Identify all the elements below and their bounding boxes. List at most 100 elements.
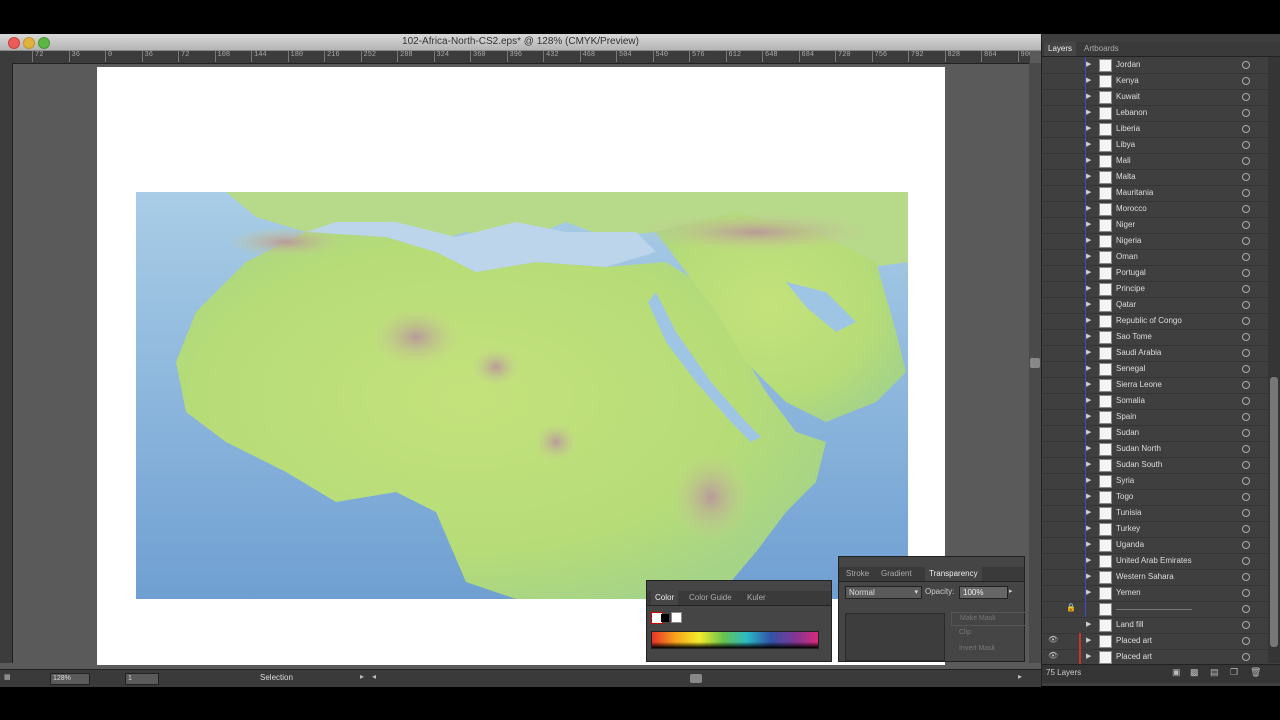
layer-row[interactable]: ▶ Togo [1042, 489, 1268, 506]
layer-name[interactable]: Saudi Arabia [1116, 345, 1161, 361]
layer-name[interactable]: Somalia [1116, 393, 1145, 409]
expand-arrow-icon[interactable]: ▶ [1086, 508, 1091, 516]
expand-arrow-icon[interactable]: ▶ [1086, 572, 1091, 580]
layer-row[interactable]: ▶ Qatar [1042, 297, 1268, 314]
target-circle-icon[interactable] [1242, 605, 1250, 613]
target-circle-icon[interactable] [1242, 413, 1250, 421]
tool-menu-arrow-icon[interactable]: ▸ [360, 672, 364, 681]
new-sublayer-icon[interactable]: ▤ [1210, 667, 1219, 678]
target-circle-icon[interactable] [1242, 541, 1250, 549]
scroll-right-icon[interactable]: ▸ [1018, 672, 1022, 681]
target-circle-icon[interactable] [1242, 125, 1250, 133]
layer-name[interactable]: Liberia [1116, 121, 1140, 137]
lock-icon[interactable]: 🔒 [1066, 603, 1076, 612]
expand-arrow-icon[interactable]: ▶ [1086, 188, 1091, 196]
expand-arrow-icon[interactable]: ▶ [1086, 492, 1091, 500]
layer-row[interactable]: ▶ Sudan North [1042, 441, 1268, 458]
layer-name[interactable]: Niger [1116, 217, 1135, 233]
layer-row[interactable]: ▶ Sierra Leone [1042, 377, 1268, 394]
layer-name[interactable]: Uganda [1116, 537, 1144, 553]
layers-scrollbar[interactable] [1268, 57, 1280, 663]
layer-row[interactable]: ▶ Nigeria [1042, 233, 1268, 250]
new-layer-icon[interactable]: ❐ [1230, 667, 1238, 678]
target-circle-icon[interactable] [1242, 189, 1250, 197]
layer-row[interactable]: ▶ Libya [1042, 137, 1268, 154]
expand-arrow-icon[interactable]: ▶ [1086, 284, 1091, 292]
target-circle-icon[interactable] [1242, 397, 1250, 405]
expand-arrow-icon[interactable]: ▶ [1086, 428, 1091, 436]
layer-name[interactable]: Sao Tome [1116, 329, 1152, 345]
expand-arrow-icon[interactable]: ▶ [1086, 652, 1091, 660]
tab-transparency[interactable]: Transparency [925, 567, 982, 581]
target-circle-icon[interactable] [1242, 285, 1250, 293]
expand-arrow-icon[interactable]: ▶ [1086, 476, 1091, 484]
layer-name[interactable]: Turkey [1116, 521, 1140, 537]
target-circle-icon[interactable] [1242, 525, 1250, 533]
opacity-field[interactable]: 100% [959, 586, 1008, 599]
layer-name[interactable]: Mali [1116, 153, 1131, 169]
tab-artboards[interactable]: Artboards [1080, 42, 1123, 56]
layer-row[interactable]: ▶ Spain [1042, 409, 1268, 426]
expand-arrow-icon[interactable]: ▶ [1086, 364, 1091, 372]
expand-arrow-icon[interactable]: ▶ [1086, 380, 1091, 388]
tab-kuler[interactable]: Kuler [743, 591, 770, 605]
target-circle-icon[interactable] [1242, 637, 1250, 645]
expand-arrow-icon[interactable]: ▶ [1086, 332, 1091, 340]
target-circle-icon[interactable] [1242, 557, 1250, 565]
layer-name[interactable]: Placed art [1116, 633, 1152, 649]
target-circle-icon[interactable] [1242, 461, 1250, 469]
expand-arrow-icon[interactable]: ▶ [1086, 524, 1091, 532]
layer-name[interactable]: Qatar [1116, 297, 1136, 313]
target-circle-icon[interactable] [1242, 173, 1250, 181]
zoom-level-field[interactable]: 128% [50, 673, 90, 685]
expand-arrow-icon[interactable]: ▶ [1086, 252, 1091, 260]
ruler-origin[interactable] [0, 51, 12, 63]
layer-name[interactable]: Nigeria [1116, 233, 1141, 249]
layer-row[interactable]: ▶ Saudi Arabia [1042, 345, 1268, 362]
layer-name[interactable]: Kuwait [1116, 89, 1140, 105]
expand-arrow-icon[interactable]: ▶ [1086, 108, 1091, 116]
north-africa-map-image[interactable] [136, 192, 908, 599]
expand-arrow-icon[interactable]: ▶ [1086, 268, 1091, 276]
target-circle-icon[interactable] [1242, 493, 1250, 501]
layer-name[interactable]: Sudan South [1116, 457, 1162, 473]
vertical-ruler[interactable] [0, 63, 13, 663]
layer-name[interactable]: Sierra Leone [1116, 377, 1162, 393]
layer-row[interactable]: ▶ Sao Tome [1042, 329, 1268, 346]
target-circle-icon[interactable] [1242, 205, 1250, 213]
layer-row[interactable]: ▶ Tunisia [1042, 505, 1268, 522]
expand-arrow-icon[interactable]: ▶ [1086, 172, 1091, 180]
layer-name[interactable]: Mauritania [1116, 185, 1153, 201]
target-circle-icon[interactable] [1242, 445, 1250, 453]
target-circle-icon[interactable] [1242, 381, 1250, 389]
visibility-eye-icon[interactable]: 👁 [1048, 635, 1058, 644]
target-circle-icon[interactable] [1242, 157, 1250, 165]
layer-row[interactable]: ▶ Oman [1042, 249, 1268, 266]
layer-row[interactable]: ▶ Kuwait [1042, 89, 1268, 106]
layer-row[interactable]: ▶ Portugal [1042, 265, 1268, 282]
layer-name[interactable]: Tunisia [1116, 505, 1142, 521]
opacity-arrow-icon[interactable]: ▸ [1009, 587, 1013, 595]
expand-arrow-icon[interactable]: ▶ [1086, 236, 1091, 244]
layer-name[interactable]: Syria [1116, 473, 1134, 489]
layer-row[interactable]: ▶ Niger [1042, 217, 1268, 234]
layer-name[interactable]: Jordan [1116, 57, 1140, 73]
target-circle-icon[interactable] [1242, 141, 1250, 149]
target-circle-icon[interactable] [1242, 269, 1250, 277]
layer-row[interactable]: ▶ Sudan [1042, 425, 1268, 442]
expand-arrow-icon[interactable]: ▶ [1086, 92, 1091, 100]
target-circle-icon[interactable] [1242, 653, 1250, 661]
expand-arrow-icon[interactable]: ▶ [1086, 444, 1091, 452]
layer-name[interactable]: Morocco [1116, 201, 1147, 217]
expand-arrow-icon[interactable]: ▶ [1086, 156, 1091, 164]
vertical-scroll-thumb[interactable] [1030, 358, 1040, 368]
target-circle-icon[interactable] [1242, 93, 1250, 101]
layer-name[interactable]: Western Sahara [1116, 569, 1174, 585]
expand-arrow-icon[interactable]: ▶ [1086, 124, 1091, 132]
layer-row[interactable]: ▶ Kenya [1042, 73, 1268, 90]
target-circle-icon[interactable] [1242, 61, 1250, 69]
layer-name[interactable]: Sudan North [1116, 441, 1161, 457]
layer-row[interactable]: ▶ Yemen [1042, 585, 1268, 602]
layer-name[interactable]: Republic of Congo [1116, 313, 1182, 329]
layer-name[interactable]: Placed art [1116, 649, 1152, 665]
